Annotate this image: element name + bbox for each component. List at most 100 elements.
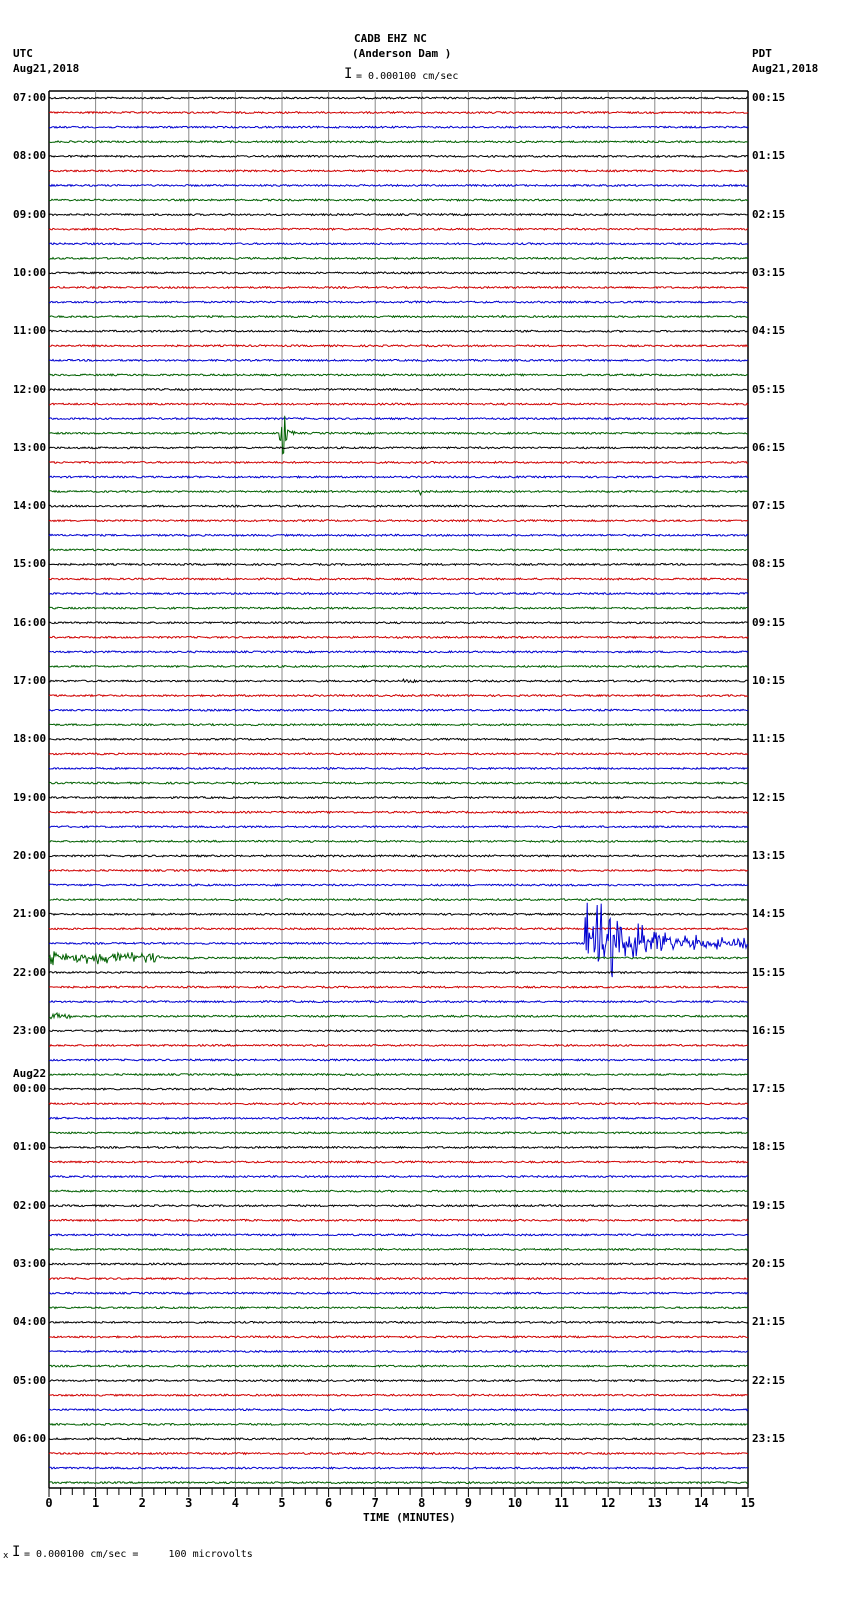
x-tick-label: 2 <box>139 1496 146 1510</box>
pdt-hour-label: 01:15 <box>752 149 786 163</box>
trace-11 <box>48 256 749 261</box>
left-date: Aug21,2018 <box>13 62 80 75</box>
trace-61 <box>48 985 749 989</box>
trace-7 <box>48 198 748 202</box>
pdt-hour-label: 22:15 <box>752 1373 786 1387</box>
trace-49 <box>48 810 749 815</box>
trace-14 <box>48 300 749 304</box>
trace-93 <box>48 1451 749 1456</box>
x-tick-label: 3 <box>185 1496 192 1510</box>
pdt-hour-label: 16:15 <box>752 1023 786 1037</box>
trace-29 <box>48 518 749 523</box>
trace-90 <box>48 1407 749 1412</box>
trace-51 <box>48 839 749 844</box>
trace-18 <box>48 358 749 363</box>
pdt-hour-label: 07:15 <box>752 499 786 513</box>
pdt-hour-label: 06:15 <box>752 440 786 454</box>
pdt-hour-label: 13:15 <box>752 848 786 862</box>
utc-hour-label: 06:00 <box>13 1431 47 1445</box>
trace-88 <box>48 1378 749 1383</box>
pdt-hour-label: 20:15 <box>752 1257 786 1270</box>
trace-79 <box>48 1247 749 1252</box>
trace-19 <box>49 373 749 377</box>
station-title: CADB EHZ NC <box>354 32 427 45</box>
trace-63 <box>48 1011 749 1020</box>
utc-hour-label: 03:00 <box>13 1257 47 1270</box>
utc-hour-label: 16:00 <box>13 615 47 629</box>
utc-hour-label: 11:00 <box>13 324 47 338</box>
pdt-hour-label: 00:15 <box>752 91 786 104</box>
trace-87 <box>48 1364 749 1368</box>
pdt-hour-label: 23:15 <box>752 1431 786 1445</box>
utc-hour-label: 04:00 <box>13 1315 47 1329</box>
utc-hour-label: 09:00 <box>13 207 47 221</box>
trace-70 <box>48 1116 749 1121</box>
trace-64 <box>48 1029 749 1033</box>
trace-35 <box>48 606 749 611</box>
pdt-hour-label: 11:15 <box>752 732 786 746</box>
trace-17 <box>48 343 749 348</box>
trace-34 <box>48 591 749 596</box>
x-tick-label: 6 <box>325 1496 332 1510</box>
pdt-hour-label: 05:15 <box>752 382 786 396</box>
trace-8 <box>48 212 749 217</box>
trace-83 <box>48 1305 749 1310</box>
trace-59 <box>48 951 749 966</box>
pdt-hour-label: 15:15 <box>752 965 786 979</box>
trace-22 <box>48 416 749 421</box>
trace-94 <box>48 1466 749 1470</box>
trace-42 <box>48 708 749 712</box>
right-timezone: PDT <box>752 47 772 60</box>
trace-53 <box>48 868 749 873</box>
pdt-hour-label: 02:15 <box>752 207 786 221</box>
scale-bar-icon: I <box>344 66 353 82</box>
trace-33 <box>48 577 749 581</box>
trace-71 <box>48 1131 749 1135</box>
pdt-hour-label: 10:15 <box>752 674 786 687</box>
trace-50 <box>49 824 749 829</box>
trace-21 <box>48 402 749 406</box>
utc-hour-label: 15:00 <box>13 557 47 571</box>
trace-28 <box>48 504 749 508</box>
trace-40 <box>48 678 749 684</box>
trace-38 <box>48 650 749 654</box>
utc-hour-label: 00:00 <box>13 1082 47 1096</box>
pdt-hour-label: 18:15 <box>752 1140 786 1154</box>
pdt-hour-label: 04:15 <box>752 324 786 338</box>
utc-hour-label: 10:00 <box>13 265 47 279</box>
trace-37 <box>48 635 749 640</box>
trace-72 <box>48 1145 749 1150</box>
trace-92 <box>48 1437 749 1441</box>
left-timezone: UTC <box>13 47 33 60</box>
trace-73 <box>48 1160 749 1164</box>
utc-hour-label: 21:00 <box>13 907 47 921</box>
trace-0 <box>48 96 748 100</box>
utc-hour-label: 19:00 <box>13 790 47 804</box>
trace-57 <box>48 926 749 931</box>
trace-36 <box>48 620 749 625</box>
trace-77 <box>48 1218 749 1223</box>
right-date: Aug21,2018 <box>752 62 819 75</box>
pdt-hour-label: 12:15 <box>752 790 786 804</box>
trace-48 <box>48 795 749 800</box>
x-tick-label: 14 <box>694 1496 708 1510</box>
trace-32 <box>48 562 749 567</box>
trace-39 <box>48 664 749 669</box>
trace-54 <box>48 883 749 887</box>
footer-mark: x <box>3 1551 9 1561</box>
seismogram-plot: 0 1 2 3 4 5 6 7 8 9 10 11 12 13 14 15 <box>45 90 755 1510</box>
pdt-hour-label: 17:15 <box>752 1082 786 1096</box>
x-tick-label: 8 <box>418 1496 425 1510</box>
trace-55 <box>48 897 749 902</box>
x-tick-label: 12 <box>601 1496 615 1510</box>
utc-hour-label: 17:00 <box>13 674 47 687</box>
trace-76 <box>48 1203 749 1208</box>
utc-hour-label: 23:00 <box>13 1023 47 1037</box>
utc-hour-label: 18:00 <box>13 732 47 746</box>
trace-46 <box>48 766 749 771</box>
trace-1 <box>48 110 749 115</box>
trace-56 <box>48 912 749 917</box>
trace-82 <box>48 1291 749 1295</box>
trace-62 <box>48 999 749 1004</box>
trace-16 <box>48 329 749 334</box>
